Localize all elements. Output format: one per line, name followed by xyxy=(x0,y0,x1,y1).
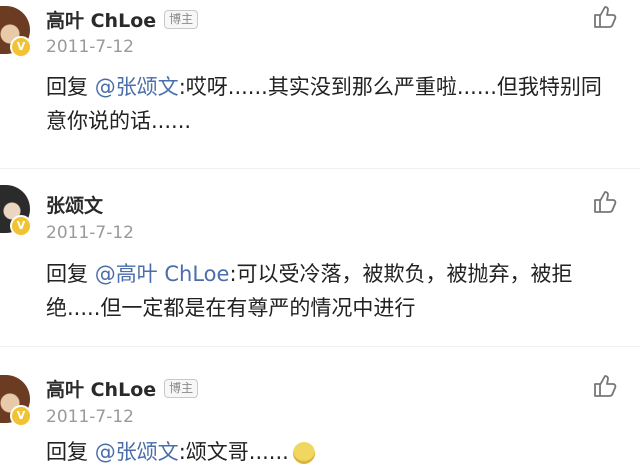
verified-badge-icon: V xyxy=(10,36,32,58)
comment-date: 2011-7-12 xyxy=(46,37,134,57)
avatar[interactable]: V xyxy=(0,185,32,237)
reply-prefix: 回复 xyxy=(46,75,95,99)
thumbs-up-icon[interactable] xyxy=(592,189,618,215)
commenter-name[interactable]: 张颂文 xyxy=(46,191,103,218)
commenter-name[interactable]: 高叶 ChLoe 博主 xyxy=(46,6,199,33)
grimace-emoji-icon xyxy=(292,442,315,464)
avatar[interactable]: V xyxy=(0,375,32,427)
comment-text: 回复 @张颂文:哎呀......其实没到那么严重啦......但我特别同意你说的… xyxy=(46,70,616,138)
commenter-name-text: 张颂文 xyxy=(46,195,104,217)
avatar[interactable]: V xyxy=(0,6,32,58)
mention-link[interactable]: @张颂文 xyxy=(95,75,179,99)
reply-prefix: 回复 xyxy=(46,440,95,464)
commenter-name-text: 高叶 ChLoe xyxy=(46,10,157,32)
mention-link[interactable]: @高叶 ChLoe xyxy=(95,262,230,286)
comment-text: 回复 @高叶 ChLoe:可以受冷落，被欺负，被抛弃，被拒绝.....但一定都是… xyxy=(46,257,616,325)
verified-badge-icon: V xyxy=(10,215,32,237)
commenter-name-text: 高叶 ChLoe xyxy=(46,379,157,401)
comment-body: :颂文哥...... xyxy=(178,440,289,464)
comment-item: V 高叶 ChLoe 博主 2011-7-12 回复 @张颂文:哎呀......… xyxy=(0,0,640,168)
author-tag: 博主 xyxy=(164,379,199,398)
verified-badge-icon: V xyxy=(10,405,32,427)
reply-prefix: 回复 xyxy=(46,262,95,286)
comment-item: V 高叶 ChLoe 博主 2011-7-12 回复 @张颂文:颂文哥.....… xyxy=(0,346,640,467)
thumbs-up-icon[interactable] xyxy=(592,4,618,30)
commenter-name[interactable]: 高叶 ChLoe 博主 xyxy=(46,375,199,402)
mention-link[interactable]: @张颂文 xyxy=(95,440,179,464)
author-tag: 博主 xyxy=(164,10,199,29)
comment-text: 回复 @张颂文:颂文哥...... xyxy=(46,435,616,469)
thumbs-up-icon[interactable] xyxy=(592,373,618,399)
comment-date: 2011-7-12 xyxy=(46,223,134,243)
comment-date: 2011-7-12 xyxy=(46,407,134,427)
comment-item: V 张颂文 2011-7-12 回复 @高叶 ChLoe:可以受冷落，被欺负，被… xyxy=(0,168,640,347)
